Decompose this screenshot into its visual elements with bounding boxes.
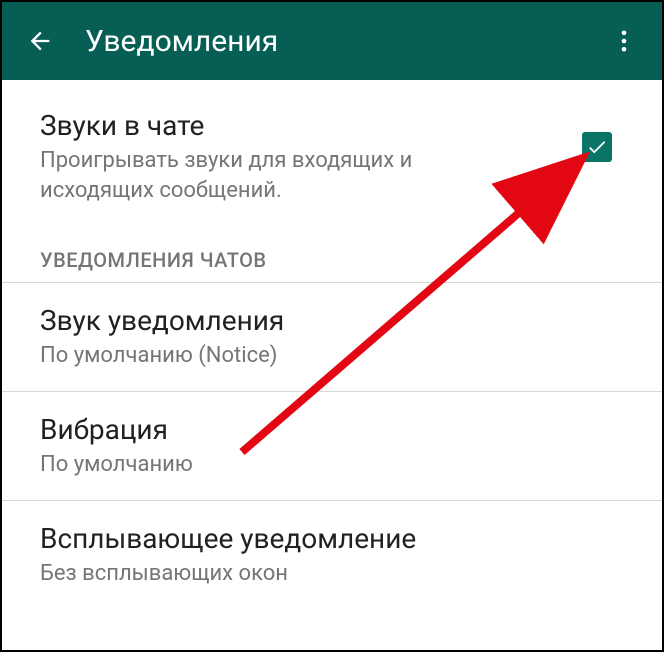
page-title: Уведомления	[85, 24, 604, 59]
setting-notification-sound[interactable]: Звук уведомления По умолчанию (Notice)	[2, 283, 662, 392]
chat-sounds-checkbox[interactable]	[582, 132, 612, 162]
setting-title: Звуки в чате	[40, 108, 634, 144]
checkbox-container	[582, 132, 612, 162]
setting-title: Вибрация	[40, 412, 634, 448]
settings-list: Звуки в чате Проигрывать звуки для входя…	[2, 80, 662, 609]
setting-vibration[interactable]: Вибрация По умолчанию	[2, 392, 662, 501]
setting-title: Всплывающее уведомление	[40, 521, 634, 557]
setting-subtitle: Без всплывающих окон	[40, 559, 634, 589]
section-header-text: УВЕДОМЛЕНИЯ ЧАТОВ	[40, 248, 634, 272]
setting-subtitle: Проигрывать звуки для входящих и исходящ…	[40, 146, 490, 205]
arrow-left-icon	[26, 27, 54, 55]
setting-title: Звук уведомления	[40, 303, 634, 339]
back-button[interactable]	[20, 21, 60, 61]
more-vert-icon	[610, 27, 638, 55]
setting-subtitle: По умолчанию	[40, 450, 634, 480]
setting-subtitle: По умолчанию (Notice)	[40, 341, 634, 371]
setting-chat-sounds[interactable]: Звуки в чате Проигрывать звуки для входя…	[2, 80, 662, 230]
more-button[interactable]	[604, 21, 644, 61]
section-header-chat-notifications: УВЕДОМЛЕНИЯ ЧАТОВ	[2, 230, 662, 283]
app-header: Уведомления	[2, 2, 662, 80]
checkmark-icon	[586, 136, 608, 158]
setting-popup-notification[interactable]: Всплывающее уведомление Без всплывающих …	[2, 501, 662, 609]
